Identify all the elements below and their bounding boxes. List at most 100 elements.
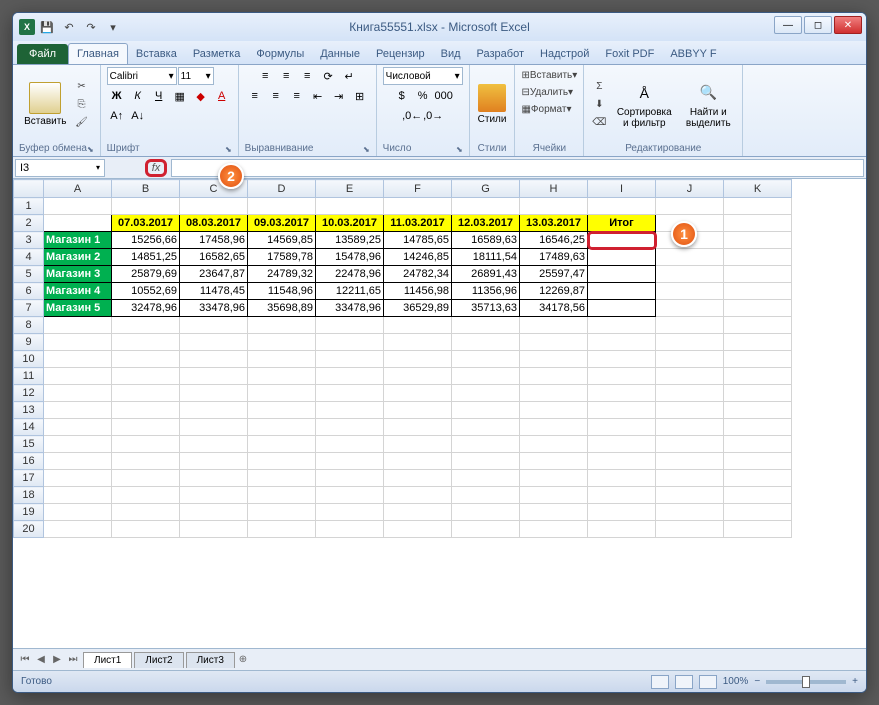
cell[interactable] [44,198,112,215]
cell[interactable]: 35713,63 [452,300,520,317]
cell[interactable] [656,317,724,334]
font-name-combo[interactable]: Calibri▾ [107,67,177,85]
cell[interactable]: 10552,69 [112,283,180,300]
cell[interactable] [180,351,248,368]
name-box[interactable]: I3▾ [15,159,105,177]
cell[interactable] [112,504,180,521]
cell[interactable] [724,436,792,453]
row-header[interactable]: 16 [14,453,44,470]
clear-icon[interactable]: ⌫ [590,115,608,131]
cell[interactable] [44,436,112,453]
cut-icon[interactable]: ✂ [73,79,91,95]
cell[interactable] [316,436,384,453]
cell[interactable] [724,300,792,317]
cell[interactable] [656,504,724,521]
cell[interactable] [656,283,724,300]
cell[interactable]: 13.03.2017 [520,215,588,232]
sheet-nav-prev-icon[interactable]: ◀ [33,652,49,668]
cell[interactable] [180,402,248,419]
cell[interactable]: Магазин 2 [44,249,112,266]
cell[interactable] [112,198,180,215]
zoom-slider[interactable] [766,680,846,684]
cell[interactable]: 17489,63 [520,249,588,266]
cell[interactable] [520,419,588,436]
cell[interactable] [248,470,316,487]
cell[interactable]: 14569,85 [248,232,316,249]
cell[interactable] [656,334,724,351]
cell[interactable]: 08.03.2017 [180,215,248,232]
cell[interactable] [724,198,792,215]
column-header[interactable]: H [520,180,588,198]
cell[interactable] [588,436,656,453]
insert-cells-button[interactable]: ⊞ Вставить ▾ [521,67,577,83]
cell[interactable] [588,351,656,368]
cell[interactable] [520,198,588,215]
cell[interactable] [724,453,792,470]
cell[interactable] [452,487,520,504]
format-painter-icon[interactable]: 🖌 [73,115,91,131]
tab-developer[interactable]: Разработ [469,44,532,64]
cell[interactable]: 34178,56 [520,300,588,317]
cell[interactable] [656,198,724,215]
cell[interactable]: 16582,65 [180,249,248,266]
cell[interactable] [316,504,384,521]
row-header[interactable]: 7 [14,300,44,317]
sheet-nav-next-icon[interactable]: ▶ [49,652,65,668]
font-size-combo[interactable]: 11▾ [178,67,214,85]
cell[interactable] [588,232,656,249]
autosum-icon[interactable]: Σ [590,79,608,95]
cell[interactable] [180,453,248,470]
cell[interactable] [452,470,520,487]
cell[interactable] [520,504,588,521]
align-right-icon[interactable]: ≡ [287,87,307,105]
cell[interactable] [44,351,112,368]
row-header[interactable]: 10 [14,351,44,368]
cell[interactable] [656,487,724,504]
cell[interactable] [248,317,316,334]
cell[interactable] [588,419,656,436]
cell[interactable] [180,470,248,487]
tab-foxit[interactable]: Foxit PDF [597,44,662,64]
cell[interactable] [248,419,316,436]
inc-decimal-icon[interactable]: ,0← [402,107,422,125]
cell[interactable] [180,487,248,504]
sheet-tab[interactable]: Лист1 [83,652,132,668]
column-header[interactable]: B [112,180,180,198]
row-header[interactable]: 17 [14,470,44,487]
tab-data[interactable]: Данные [312,44,368,64]
row-header[interactable]: 2 [14,215,44,232]
cell[interactable] [112,419,180,436]
cell[interactable] [656,249,724,266]
cell[interactable] [248,487,316,504]
row-header[interactable]: 3 [14,232,44,249]
cell[interactable] [112,385,180,402]
cell[interactable] [724,419,792,436]
merge-icon[interactable]: ⊞ [350,87,370,105]
tab-insert[interactable]: Вставка [128,44,185,64]
cell[interactable]: 32478,96 [112,300,180,317]
formula-input[interactable] [171,159,864,177]
cell[interactable] [724,385,792,402]
indent-dec-icon[interactable]: ⇤ [308,87,328,105]
cell[interactable] [112,402,180,419]
cell[interactable] [248,368,316,385]
cell[interactable] [384,402,452,419]
cell[interactable] [384,198,452,215]
copy-icon[interactable]: ⎘ [73,97,91,113]
cell[interactable]: 10.03.2017 [316,215,384,232]
cell[interactable] [588,266,656,283]
cell[interactable] [180,419,248,436]
cell[interactable] [452,436,520,453]
cell[interactable] [180,334,248,351]
cell[interactable] [452,198,520,215]
cell[interactable]: Итог [588,215,656,232]
cell[interactable] [248,334,316,351]
cell[interactable] [248,351,316,368]
cell[interactable] [588,249,656,266]
cell[interactable] [656,419,724,436]
column-header[interactable]: I [588,180,656,198]
cell[interactable] [384,487,452,504]
cell[interactable]: 12211,65 [316,283,384,300]
cell[interactable]: 15256,66 [112,232,180,249]
cell[interactable] [656,385,724,402]
